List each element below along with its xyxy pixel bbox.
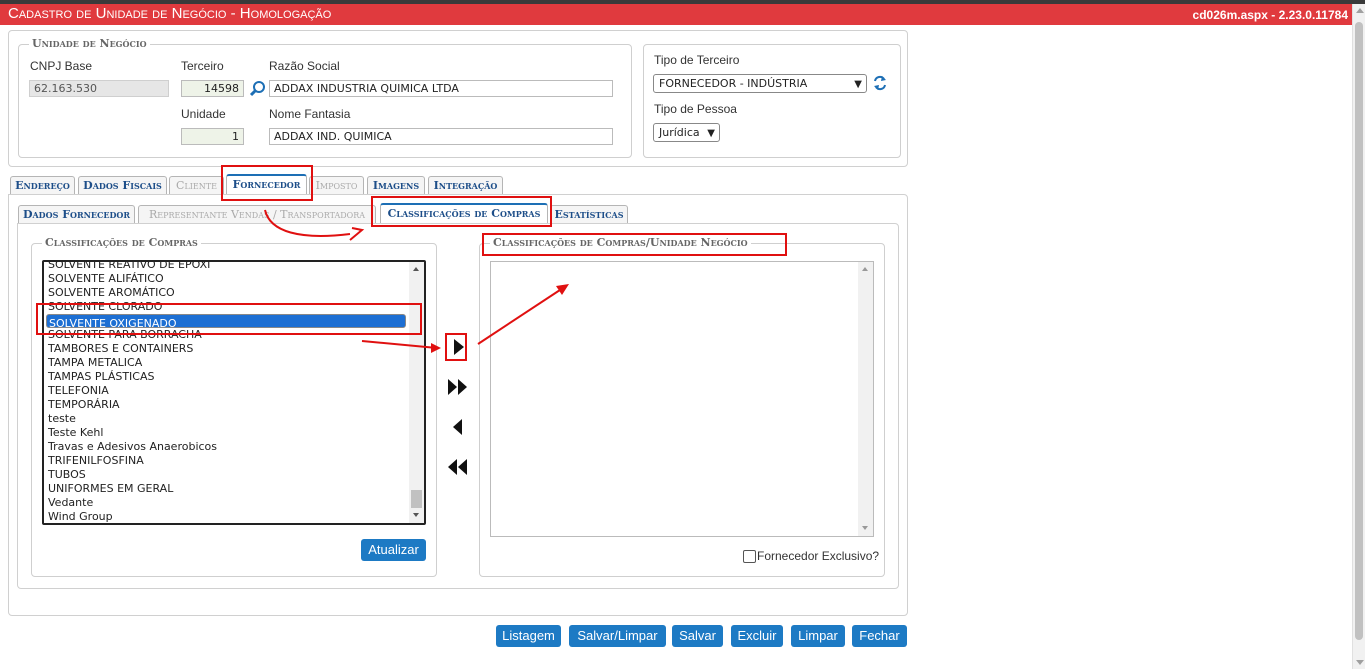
annotation-arrows xyxy=(264,209,569,353)
